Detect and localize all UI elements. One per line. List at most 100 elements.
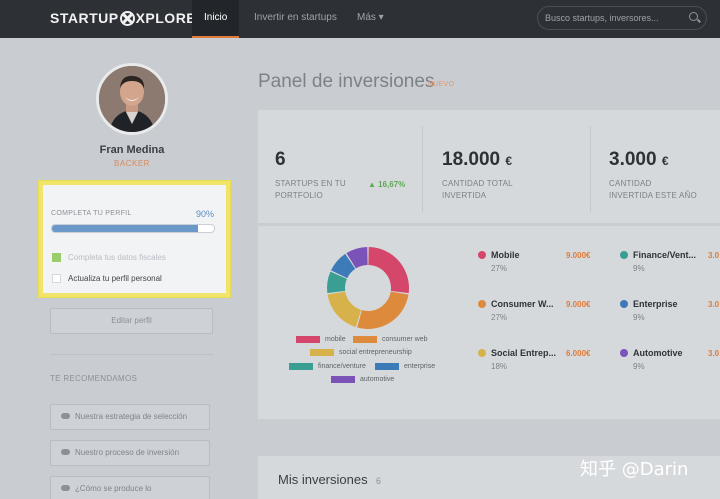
brand-logo[interactable]: STARTUP XPLORE: [50, 10, 196, 26]
category-amount: 3.0: [708, 349, 720, 358]
euro-unit: €: [661, 154, 669, 168]
stat-label-line: CANTIDAD: [609, 179, 652, 188]
top-navbar: STARTUP XPLORE Inicio Invertir en startu…: [0, 0, 720, 38]
search-box: [537, 6, 707, 30]
nav-tab-mas[interactable]: Más ▾: [345, 0, 396, 38]
legend-label: enterprise: [404, 363, 436, 370]
sidebar-divider: [50, 354, 214, 355]
watermark: 知乎 @Darin: [580, 459, 689, 480]
category-percent: 18%: [491, 362, 508, 371]
cloud-download-icon: [61, 448, 70, 455]
investments-count: 6: [376, 476, 382, 486]
stat-number: 18.000: [442, 149, 501, 170]
category-percent: 27%: [491, 313, 508, 322]
stat-label-line: CANTIDAD TOTAL: [442, 179, 513, 188]
stat-number: 6: [275, 149, 286, 170]
stat-label-line: PORTFOLIO: [275, 191, 323, 200]
avatar-portrait: [99, 66, 165, 132]
donut-slice-consumer-web[interactable]: [357, 291, 409, 329]
category-name[interactable]: Consumer W...: [491, 299, 554, 309]
task-fiscal-data[interactable]: Completa tus datos fiscales: [68, 253, 166, 262]
category-name[interactable]: Social Entrep...: [491, 348, 556, 358]
legend-label: consumer web: [382, 336, 428, 343]
euro-unit: €: [505, 154, 513, 168]
category-amount: 6.000€: [566, 349, 591, 358]
stat-label-line: STARTUPS EN TU: [275, 179, 346, 188]
category-dot: [620, 349, 628, 357]
stat-divider: [590, 126, 591, 212]
category-name[interactable]: Finance/Vent...: [633, 250, 696, 260]
task-checked-icon[interactable]: [52, 253, 61, 262]
legend-enterprise: enterprise: [375, 363, 435, 370]
category-name[interactable]: Enterprise: [633, 299, 678, 309]
recommendation-strategy[interactable]: Nuestra estrategia de selección: [50, 404, 210, 430]
portfolio-donut-chart: [327, 247, 409, 329]
investments-title: Mis inversiones: [278, 472, 368, 487]
legend-consumer-web: consumer web: [353, 336, 428, 343]
category-amount: 9.000€: [566, 251, 591, 260]
category-dot: [620, 300, 628, 308]
search-icon[interactable]: [689, 12, 698, 21]
legend-swatch: [331, 376, 355, 383]
category-name[interactable]: Automotive: [633, 348, 683, 358]
stat-divider: [422, 126, 423, 212]
stat-label-line: INVERTIDA ESTE AÑO: [609, 191, 697, 200]
recommendation-how[interactable]: ¿Cómo se produce lo: [50, 476, 210, 499]
stat-year-value: 3.000 €: [609, 149, 669, 171]
legend-social: social entrepreneurship: [310, 349, 412, 356]
stat-total-label: CANTIDAD TOTAL INVERTIDA: [442, 178, 513, 202]
category-dot: [478, 349, 486, 357]
edit-profile-button[interactable]: Editar perfil: [50, 308, 213, 334]
legend-label: mobile: [325, 336, 346, 343]
category-percent: 9%: [633, 362, 645, 371]
profile-progress-fill: [52, 225, 198, 232]
legend-label: automotive: [360, 376, 395, 383]
recommendation-label: ¿Cómo se produce lo: [75, 484, 152, 493]
task-unchecked-icon[interactable]: [52, 274, 61, 283]
stat-number: 3.000: [609, 149, 657, 170]
recommendation-label: Nuestra estrategia de selección: [75, 412, 188, 421]
category-dot: [478, 300, 486, 308]
user-role: BACKER: [114, 159, 150, 168]
legend-swatch: [310, 349, 334, 356]
category-percent: 9%: [633, 313, 645, 322]
legend-swatch: [353, 336, 377, 343]
legend-finance: finance/venture: [289, 363, 366, 370]
category-dot: [478, 251, 486, 259]
new-badge: NUEVO: [428, 81, 455, 88]
brand-x-icon: [119, 10, 135, 26]
stat-startups-label: STARTUPS EN TU PORTFOLIO: [275, 178, 346, 202]
cloud-download-icon: [61, 412, 70, 419]
stat-startups-value: 6: [275, 149, 286, 171]
stat-label-line: INVERTIDA: [442, 191, 487, 200]
donut-slice-social-entrepreneurship[interactable]: [327, 291, 362, 328]
legend-label: social entrepreneurship: [339, 349, 412, 356]
stat-total-value: 18.000 €: [442, 149, 512, 171]
category-amount: 3.0: [708, 251, 720, 260]
user-name: Fran Medina: [99, 144, 165, 156]
category-amount: 9.000€: [566, 300, 591, 309]
donut-slice-mobile[interactable]: [368, 247, 409, 294]
profile-progress-bar: [51, 224, 215, 233]
legend-swatch: [296, 336, 320, 343]
profile-completion-card: COMPLETA TU PERFIL 90% Completa tus dato…: [39, 181, 230, 297]
legend-automotive: automotive: [331, 376, 394, 383]
recommendation-label: Nuestro proceso de inversión: [75, 448, 180, 457]
legend-swatch: [289, 363, 313, 370]
nav-tab-inicio[interactable]: Inicio: [192, 0, 240, 38]
legend-label: finance/venture: [318, 363, 366, 370]
brand-name-end: XPLORE: [135, 10, 197, 26]
category-percent: 9%: [633, 264, 645, 273]
category-dot: [620, 251, 628, 259]
page-title: Panel de inversiones: [258, 71, 435, 92]
avatar[interactable]: [96, 63, 168, 135]
brand-name-start: STARTUP: [50, 10, 119, 26]
legend-swatch: [375, 363, 399, 370]
search-input[interactable]: [545, 13, 685, 23]
recommendations-title: TE RECOMENDAMOS: [50, 374, 138, 383]
task-personal-profile[interactable]: Actualiza tu perfil personal: [68, 274, 162, 283]
nav-tab-invertir[interactable]: Invertir en startups: [242, 0, 349, 38]
category-name[interactable]: Mobile: [491, 250, 520, 260]
recommendation-process[interactable]: Nuestro proceso de inversión: [50, 440, 210, 466]
stat-trend-up: ▲ 16,67%: [368, 180, 406, 189]
